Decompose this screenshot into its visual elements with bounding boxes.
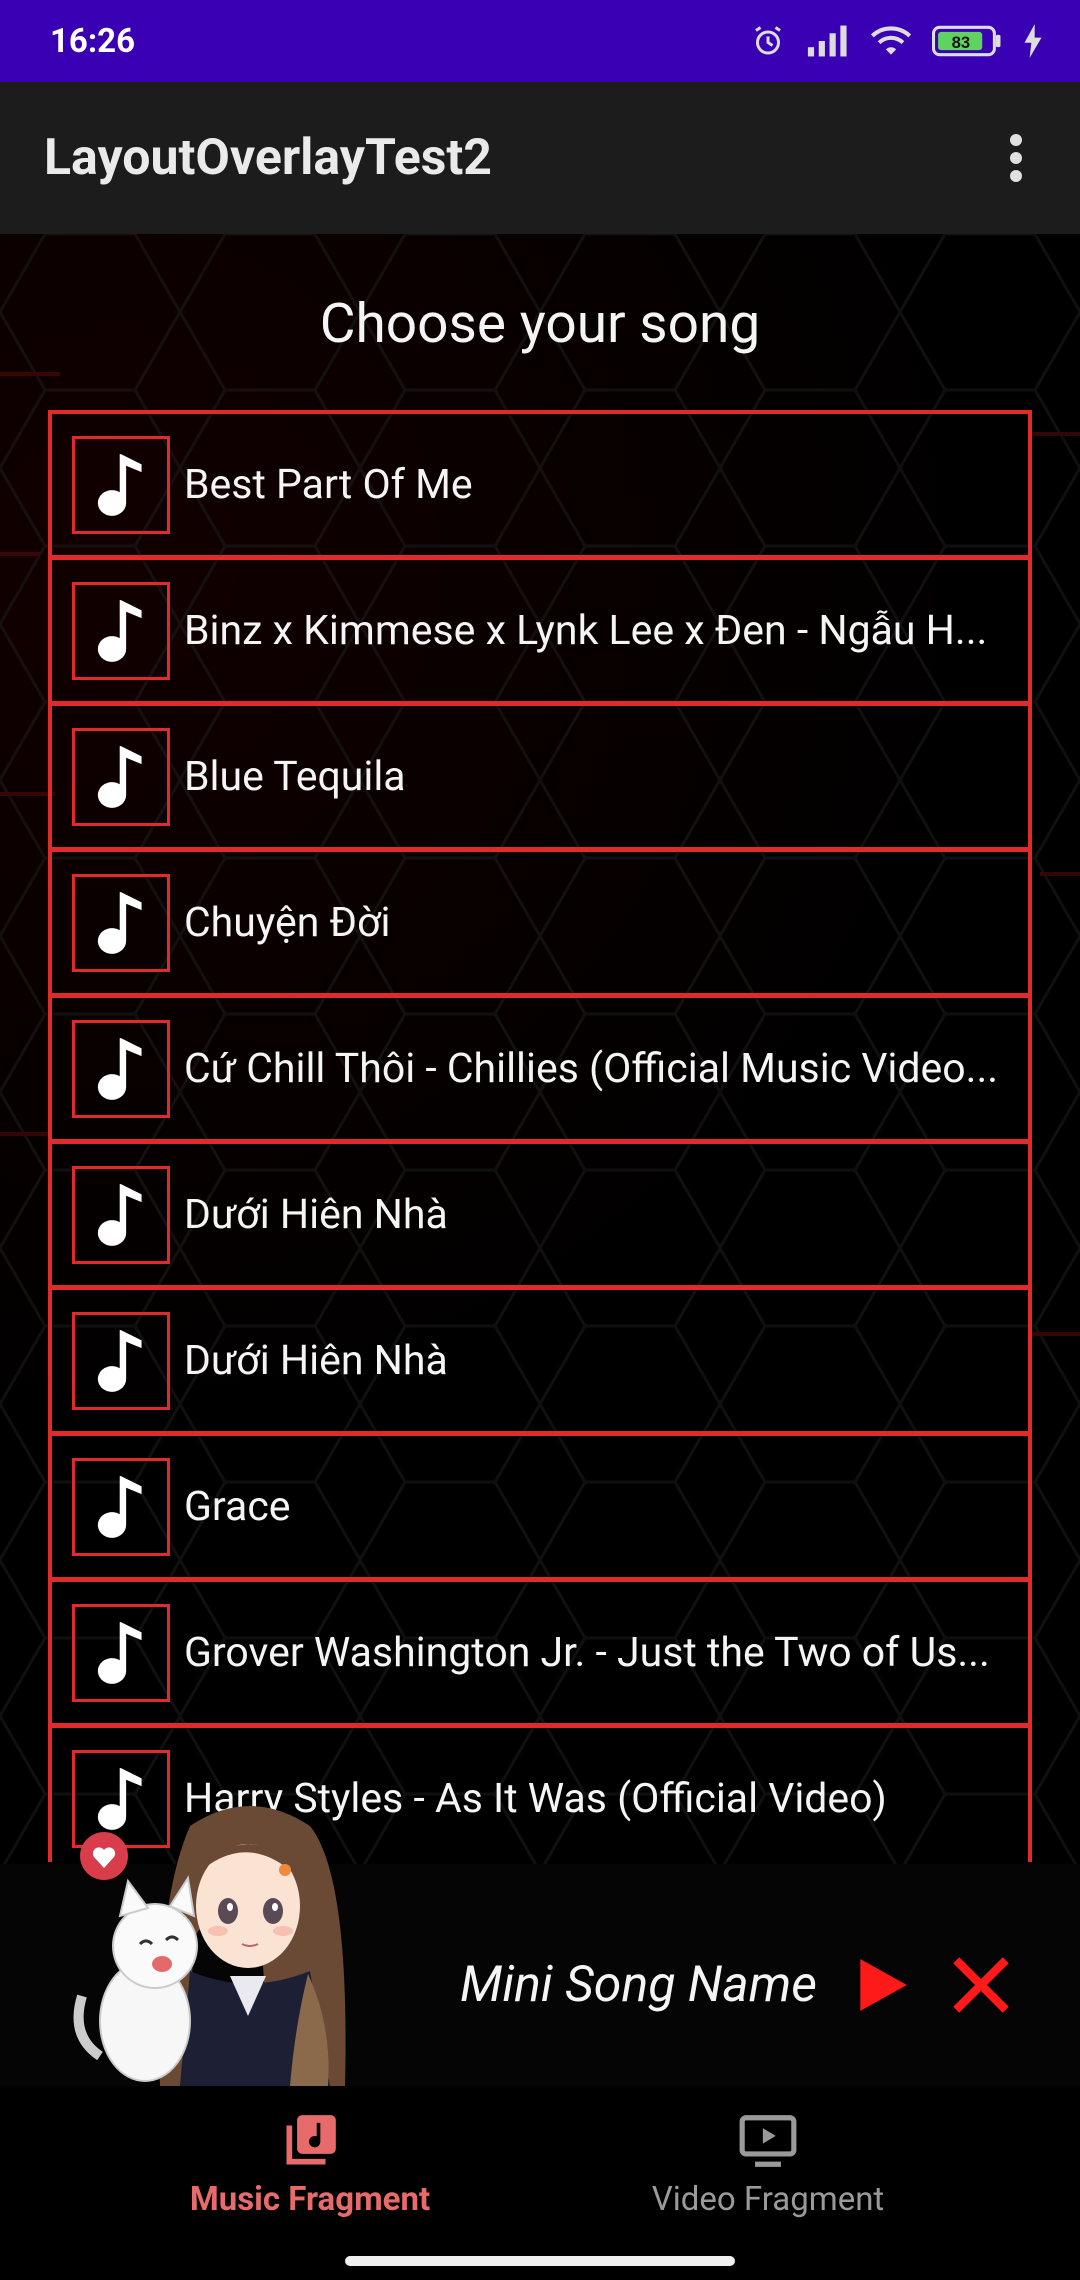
battery-icon: 83 xyxy=(932,25,1001,57)
status-time: 16:26 xyxy=(50,21,136,61)
song-list-item[interactable]: Chuyện Đời xyxy=(52,852,1028,998)
song-list-item[interactable]: Blue Tequila xyxy=(52,706,1028,852)
song-list[interactable]: Best Part Of Me Binz x Kimmese x Lynk Lee… xyxy=(48,410,1032,1862)
song-list-item[interactable]: Cứ Chill Thôi - Chillies (Official Music… xyxy=(52,998,1028,1144)
music-note-icon xyxy=(72,727,170,826)
music-note-icon xyxy=(72,1311,170,1410)
nav-item-music-fragment[interactable]: Music Fragment xyxy=(110,2110,510,2219)
nav-item-video-fragment[interactable]: Video Fragment xyxy=(568,2110,968,2219)
music-note-icon xyxy=(72,873,170,972)
song-list-item[interactable]: Binz x Kimmese x Lynk Lee x Đen - Ngẫu H… xyxy=(52,560,1028,706)
nav-label-music: Music Fragment xyxy=(189,2180,431,2219)
music-note-icon xyxy=(72,581,170,680)
song-list-item[interactable]: Grover Washington Jr. - Just the Two of … xyxy=(52,1582,1028,1728)
more-vert-icon[interactable] xyxy=(996,128,1036,188)
play-icon[interactable] xyxy=(850,1954,912,2016)
song-title: Binz x Kimmese x Lynk Lee x Đen - Ngẫu H… xyxy=(184,606,988,655)
music-library-icon xyxy=(286,2115,336,2165)
song-title: Grover Washington Jr. - Just the Two of … xyxy=(184,1628,990,1677)
music-note-icon xyxy=(72,1019,170,1118)
music-note-icon xyxy=(72,435,170,534)
mini-player[interactable]: Mini Song Name xyxy=(0,1806,1080,2086)
home-indicator[interactable] xyxy=(345,2256,735,2266)
music-note-icon xyxy=(72,1603,170,1702)
song-list-item[interactable]: Grace xyxy=(52,1436,1028,1582)
page-heading: Choose your song xyxy=(319,292,761,356)
alarm-icon xyxy=(755,26,781,55)
music-fragment-content: Choose your song Best Part Of Me Binz x K… xyxy=(0,234,1080,1864)
signal-icon xyxy=(807,25,847,57)
song-title: Dưới Hiên Nhà xyxy=(184,1190,448,1239)
song-list-item[interactable]: Dưới Hiên Nhà xyxy=(52,1290,1028,1436)
music-note-icon xyxy=(72,1165,170,1264)
song-title: Best Part Of Me xyxy=(184,460,473,509)
status-icons: 83 xyxy=(750,23,1044,59)
charging-icon xyxy=(1024,24,1042,58)
app-title: LayoutOverlayTest2 xyxy=(44,129,492,187)
video-player-icon xyxy=(739,2115,797,2167)
song-list-item[interactable]: Dưới Hiên Nhà xyxy=(52,1144,1028,1290)
song-title: Grace xyxy=(184,1482,291,1531)
song-title: Blue Tequila xyxy=(184,752,406,801)
song-list-item[interactable]: Best Part Of Me xyxy=(52,414,1028,560)
wifi-icon xyxy=(870,26,912,55)
song-title: Dưới Hiên Nhà xyxy=(184,1336,448,1385)
app-bar: LayoutOverlayTest2 xyxy=(0,82,1080,234)
battery-level: 83 xyxy=(952,33,971,52)
close-icon[interactable] xyxy=(952,1956,1010,2014)
music-note-icon xyxy=(72,1457,170,1556)
mini-song-name: Mini Song Name xyxy=(460,1956,817,2014)
nav-label-video: Video Fragment xyxy=(651,2180,885,2219)
song-title: Cứ Chill Thôi - Chillies (Official Music… xyxy=(184,1044,999,1093)
bottom-navigation: Music Fragment Video Fragment xyxy=(0,2086,1080,2280)
status-bar: 16:26 83 xyxy=(0,0,1080,82)
anime-girl-cat-artwork xyxy=(73,1806,346,2086)
song-title: Chuyện Đời xyxy=(184,898,391,947)
